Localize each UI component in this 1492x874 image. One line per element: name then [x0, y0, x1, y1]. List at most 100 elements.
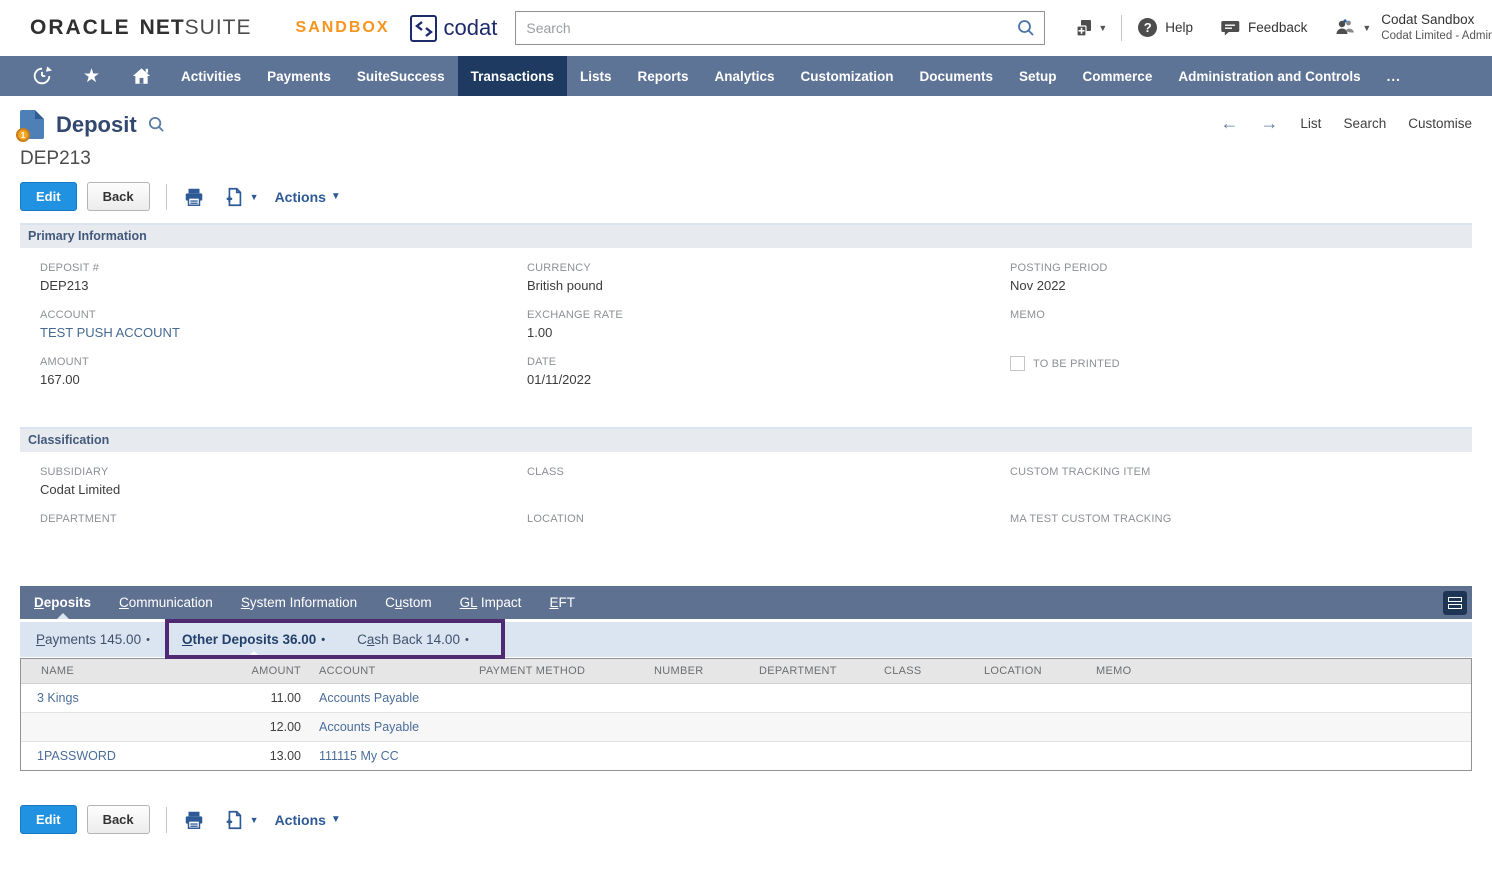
home-icon[interactable] — [115, 56, 168, 96]
col-header-number[interactable]: NUMBER — [646, 659, 751, 684]
col-header-name[interactable]: NAME — [21, 659, 236, 684]
tab-eft[interactable]: EFT — [535, 586, 589, 619]
recent-records-icon[interactable] — [16, 56, 68, 96]
chevron-down-icon: ▼ — [250, 815, 259, 825]
field-department: DEPARTMENT — [40, 513, 527, 545]
oracle-netsuite-logo: ORACLE NET SUITE — [30, 16, 252, 40]
record-search-icon[interactable] — [147, 115, 166, 134]
field-currency: CURRENCY British pound — [527, 262, 1010, 294]
field-posting-period: POSTING PERIOD Nov 2022 — [1010, 262, 1472, 294]
header-actions: ▼ ? Help Feedback — [1073, 11, 1492, 45]
global-search — [515, 11, 1045, 45]
logo-suite: SUITE — [185, 16, 252, 40]
nav-item-customization[interactable]: Customization — [788, 56, 907, 96]
field-deposit-number: DEPOSIT # DEP213 — [40, 262, 527, 294]
edit-button[interactable]: Edit — [20, 182, 77, 211]
col-header-location[interactable]: LOCATION — [976, 659, 1088, 684]
col-header-department[interactable]: DEPARTMENT — [751, 659, 876, 684]
deposit-name-link[interactable]: 1PASSWORD — [37, 749, 116, 763]
search-link[interactable]: Search — [1343, 116, 1386, 131]
next-record-arrow[interactable]: → — [1260, 114, 1278, 132]
tab-custom[interactable]: Custom — [371, 586, 446, 619]
search-icon[interactable] — [1016, 18, 1036, 38]
logo-net: NET — [140, 16, 185, 40]
edit-button-bottom[interactable]: Edit — [20, 805, 77, 834]
col-header-account[interactable]: ACCOUNT — [311, 659, 471, 684]
col-header-payment-method[interactable]: PAYMENT METHOD — [471, 659, 646, 684]
export-add-icon-bottom[interactable]: ▼ — [221, 809, 259, 831]
chevron-down-icon: ▼ — [250, 192, 259, 202]
field-account: ACCOUNT TEST PUSH ACCOUNT — [40, 309, 527, 341]
table-row: 3 Kings 11.00 Accounts Payable — [21, 684, 1471, 713]
user-block[interactable]: Codat Sandbox Codat Limited - Administra… — [1381, 11, 1492, 45]
actions-menu[interactable]: Actions ▼ — [275, 189, 341, 205]
back-button-bottom[interactable]: Back — [87, 805, 150, 834]
subtab-payments[interactable]: Payments 145.00 • — [20, 622, 166, 657]
feedback-icon — [1219, 17, 1240, 38]
table-row: 12.00 Accounts Payable — [21, 713, 1471, 742]
page-title: Deposit — [56, 112, 137, 138]
account-cell-link[interactable]: Accounts Payable — [319, 691, 419, 705]
nav-item-suitesuccess[interactable]: SuiteSuccess — [344, 56, 458, 96]
role-menu[interactable]: ▼ — [1333, 17, 1371, 39]
nav-item-commerce[interactable]: Commerce — [1070, 56, 1166, 96]
chevron-down-icon: ▼ — [331, 814, 341, 825]
global-search-input[interactable] — [515, 11, 1045, 45]
deposit-name-link[interactable]: 3 Kings — [37, 691, 79, 705]
tab-communication[interactable]: Communication — [105, 586, 227, 619]
previous-record-arrow[interactable]: ← — [1220, 114, 1238, 132]
cell-payment-method — [471, 742, 646, 771]
record-id: DEP213 — [20, 148, 1472, 170]
field-ma-test-custom-tracking: MA TEST CUSTOM TRACKING — [1010, 513, 1472, 545]
tab-gl-impact[interactable]: GL Impact — [446, 586, 536, 619]
col-header-memo[interactable]: MEMO — [1088, 659, 1471, 684]
title-block: 1 Deposit ← → List Search Customise DEP2… — [0, 96, 1492, 211]
account-cell-link[interactable]: Accounts Payable — [319, 720, 419, 734]
cell-memo — [1088, 713, 1471, 742]
list-link[interactable]: List — [1300, 116, 1321, 131]
table-row: 1PASSWORD 13.00 111115 My CC — [21, 742, 1471, 771]
print-icon-bottom[interactable] — [183, 809, 205, 831]
customise-link[interactable]: Customise — [1408, 116, 1472, 131]
cell-memo — [1088, 742, 1471, 771]
field-location: LOCATION — [527, 513, 1010, 545]
help-label: Help — [1165, 20, 1193, 35]
field-subsidiary: SUBSIDIARY Codat Limited — [40, 466, 527, 498]
nav-item-administration-and-controls[interactable]: Administration and Controls — [1165, 56, 1373, 96]
back-button[interactable]: Back — [87, 182, 150, 211]
nav-item-setup[interactable]: Setup — [1006, 56, 1070, 96]
col-header-class[interactable]: CLASS — [876, 659, 976, 684]
subtab-other-deposits[interactable]: Other Deposits 36.00 • — [166, 622, 341, 657]
account-link[interactable]: TEST PUSH ACCOUNT — [40, 325, 527, 341]
field-date: DATE 01/11/2022 — [527, 356, 1010, 388]
nav-item-transactions[interactable]: Transactions — [458, 56, 567, 96]
nav-item-reports[interactable]: Reports — [624, 56, 701, 96]
nav-item-analytics[interactable]: Analytics — [701, 56, 787, 96]
nav-item-activities[interactable]: Activities — [168, 56, 254, 96]
nav-overflow-menu[interactable]: ... — [1374, 56, 1414, 96]
print-icon[interactable] — [183, 186, 205, 208]
export-add-icon[interactable]: ▼ — [221, 186, 259, 208]
nav-item-lists[interactable]: Lists — [567, 56, 625, 96]
col-header-amount[interactable]: AMOUNT — [236, 659, 311, 684]
toolbar-divider — [166, 184, 167, 210]
codat-icon — [410, 15, 437, 42]
create-new-menu[interactable]: ▼ — [1073, 17, 1107, 39]
feedback-menu[interactable]: Feedback — [1219, 17, 1307, 38]
actions-menu-bottom[interactable]: Actions ▼ — [275, 812, 341, 828]
tab-system-information[interactable]: System Information — [227, 586, 371, 619]
primary-information-header: Primary Information — [20, 223, 1472, 248]
field-custom-tracking-item: CUSTOM TRACKING ITEM — [1010, 466, 1472, 498]
deposit-subtabs: Payments 145.00 • Other Deposits 36.00 •… — [20, 622, 1472, 657]
primary-information-section: Primary Information DEPOSIT # DEP213 ACC… — [20, 223, 1472, 409]
expand-collapse-subtabs-icon[interactable] — [1443, 591, 1467, 615]
account-cell-link[interactable]: 111115 My CC — [319, 749, 399, 763]
nav-item-payments[interactable]: Payments — [254, 56, 344, 96]
to-be-printed-checkbox[interactable] — [1010, 356, 1025, 371]
subtab-cash-back[interactable]: Cash Back 14.00 • — [341, 622, 485, 657]
field-exchange-rate: EXCHANGE RATE 1.00 — [527, 309, 1010, 341]
tab-deposits[interactable]: Deposits — [20, 586, 105, 619]
nav-item-documents[interactable]: Documents — [907, 56, 1007, 96]
help-menu[interactable]: ? Help — [1138, 18, 1193, 37]
shortcuts-star-icon[interactable]: ★ — [68, 56, 115, 96]
